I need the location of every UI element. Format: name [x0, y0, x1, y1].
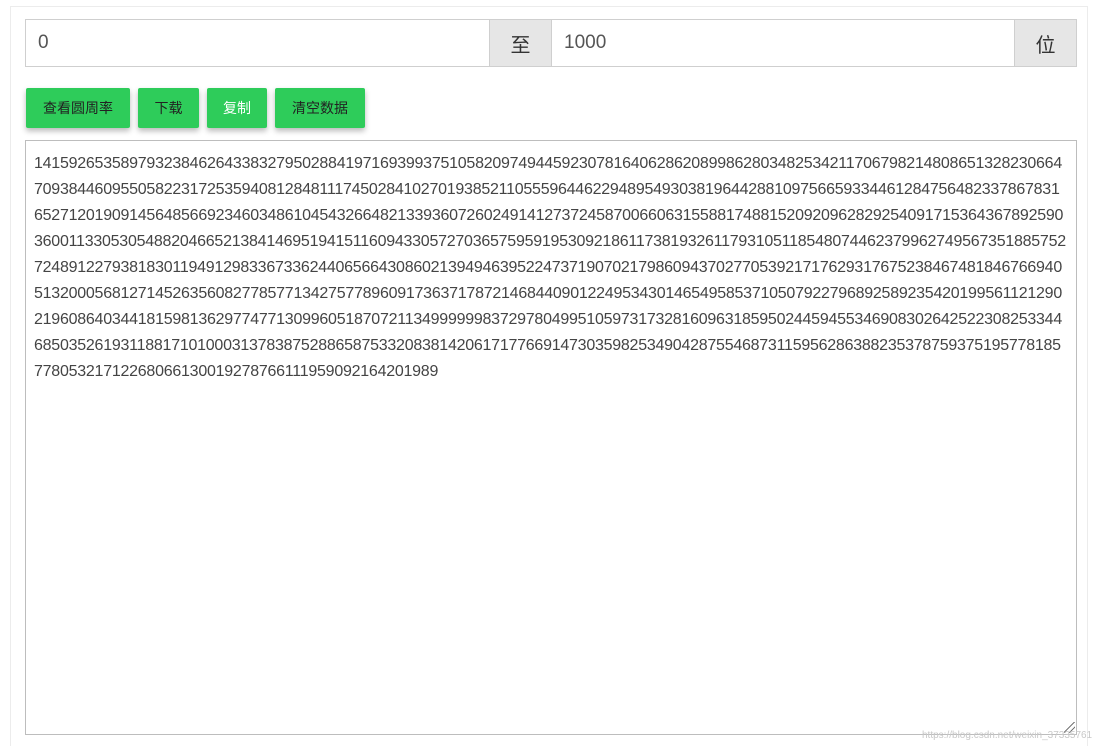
range-separator-label: 至 — [510, 32, 531, 57]
end-digit-input[interactable] — [552, 19, 1015, 67]
watermark-text: https://blog.csdn.net/weixin_37335761 — [922, 730, 1093, 741]
digit-unit-label: 位 — [1035, 32, 1056, 57]
view-pi-button[interactable]: 查看圆周率 — [26, 88, 130, 128]
download-button[interactable]: 下载 — [138, 88, 199, 128]
digit-unit-addon: 位 — [1015, 19, 1077, 67]
start-digit-input[interactable] — [25, 19, 490, 67]
pi-digits-output[interactable]: 1415926535897932384626433832795028841971… — [25, 140, 1077, 735]
range-separator-addon: 至 — [490, 19, 552, 67]
clear-data-button[interactable]: 清空数据 — [275, 88, 365, 128]
action-toolbar: 查看圆周率 下载 复制 清空数据 — [26, 88, 365, 128]
copy-button[interactable]: 复制 — [207, 88, 267, 128]
digit-range-group: 至 位 — [25, 19, 1077, 67]
